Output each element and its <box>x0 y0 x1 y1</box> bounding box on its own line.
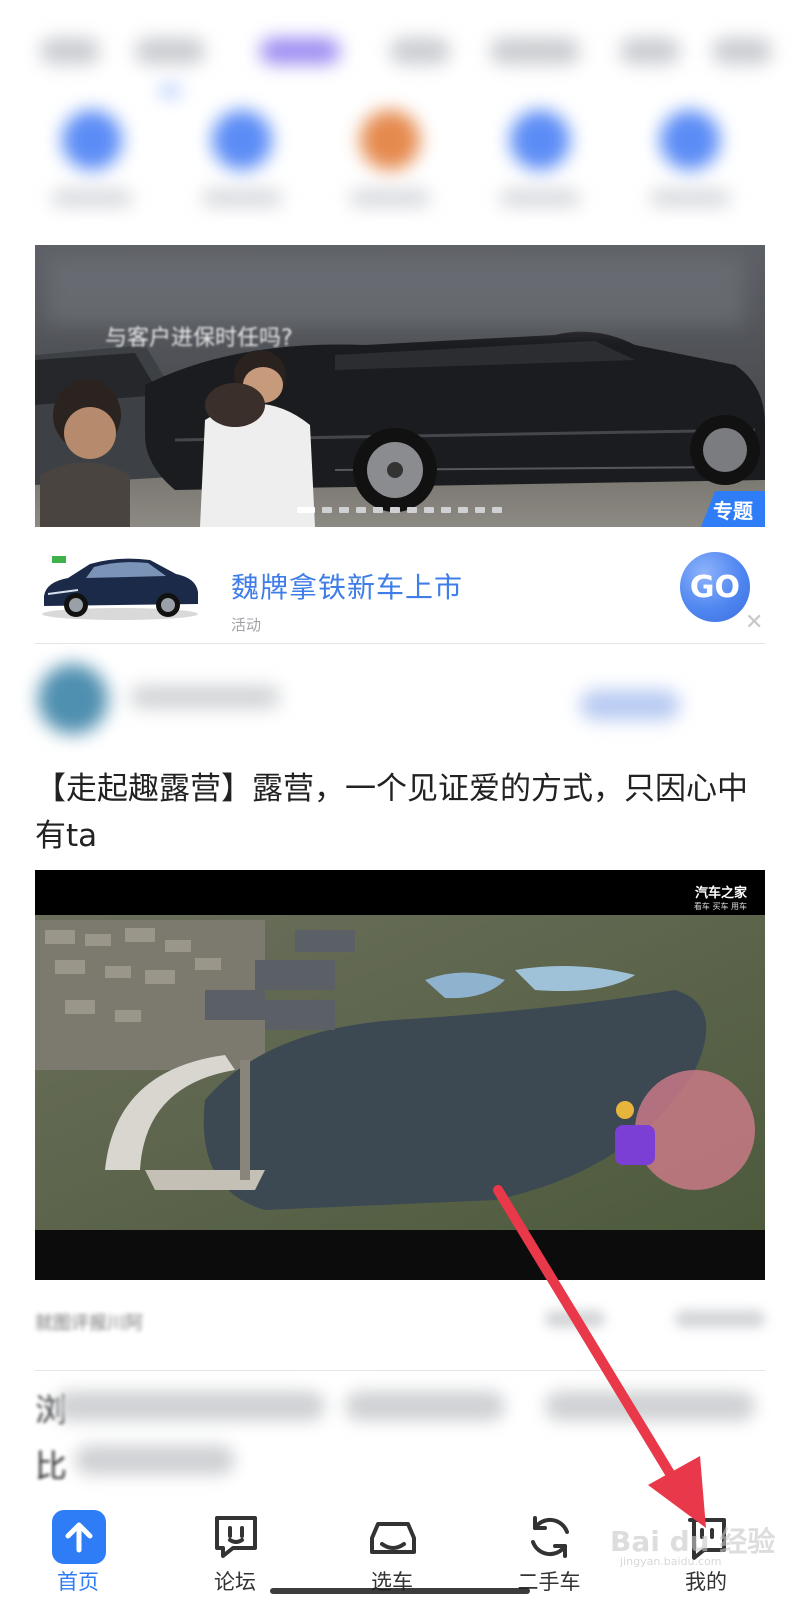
next-article[interactable]: 浏 比 <box>35 1385 765 1495</box>
avatar[interactable] <box>38 664 108 734</box>
carousel-dot-active[interactable] <box>297 507 315 513</box>
carousel-dot[interactable] <box>492 507 502 513</box>
carousel-dot[interactable] <box>390 507 400 513</box>
follow-button[interactable] <box>580 690 680 720</box>
aerial-video-frame <box>35 870 765 1280</box>
channel-tab[interactable] <box>135 38 205 64</box>
channel-tab[interactable] <box>390 38 450 64</box>
video-player[interactable]: 汽车之家 看车 买车 用车 <box>35 870 765 1280</box>
nav-label: 我的 <box>685 1570 727 1594</box>
channel-tab-active[interactable] <box>260 38 340 64</box>
carousel-dot[interactable] <box>339 507 349 513</box>
used-car-refresh-icon <box>531 1516 569 1558</box>
author-row[interactable] <box>0 648 799 738</box>
watermark-title: 汽车之家 <box>694 886 747 901</box>
quick-entry-icon[interactable] <box>212 110 272 170</box>
home-indicator[interactable] <box>270 1588 530 1594</box>
nav-car-select[interactable]: 选车 <box>342 1500 442 1600</box>
banner-title: 与客户进保时任吗? <box>105 326 293 351</box>
quick-entry-label <box>500 190 580 206</box>
promo-subtitle: 活动 <box>231 616 262 634</box>
carousel-dot[interactable] <box>356 507 366 513</box>
banner-carousel[interactable]: 与客户进保时任吗? 专题 <box>35 245 765 527</box>
watermark-sub: 看车 买车 用车 <box>693 902 747 911</box>
author-name[interactable] <box>130 686 280 708</box>
meta-source: 就图评报川阿 <box>35 1313 143 1334</box>
forum-chat-icon <box>215 1516 257 1558</box>
quick-entry-label <box>202 190 282 206</box>
meta-views <box>675 1311 765 1327</box>
quick-entry-label <box>350 190 430 206</box>
carousel-dot[interactable] <box>441 507 451 513</box>
quick-entry-icon[interactable] <box>510 110 570 170</box>
carousel-dot[interactable] <box>407 507 417 513</box>
suv-car-image <box>42 556 198 620</box>
nav-label: 首页 <box>57 1570 99 1594</box>
quick-entry-label <box>52 190 132 206</box>
carousel-dot[interactable] <box>322 507 332 513</box>
article-meta: 就图评报川阿 <box>35 1305 765 1335</box>
home-arrow-icon <box>52 1510 106 1564</box>
banner-title-blur <box>45 255 745 325</box>
quick-entry-row[interactable] <box>0 90 799 220</box>
next-article-line <box>55 1391 325 1421</box>
baidu-watermark: Bai du 经验 <box>610 1525 776 1558</box>
nav-home[interactable]: 首页 <box>28 1500 128 1600</box>
divider <box>35 643 765 644</box>
carousel-dot[interactable] <box>475 507 485 513</box>
next-article-line <box>545 1391 755 1421</box>
next-article-line <box>345 1391 505 1421</box>
channel-tab[interactable] <box>490 38 580 64</box>
meta-comments <box>545 1311 605 1327</box>
carousel-dot[interactable] <box>458 507 468 513</box>
next-article-line <box>75 1445 235 1475</box>
quick-entry-icon[interactable] <box>62 110 122 170</box>
go-button[interactable]: GO <box>680 552 750 622</box>
divider <box>35 1370 765 1371</box>
carousel-dot[interactable] <box>424 507 434 513</box>
video-watermark: 汽车之家 看车 买车 用车 <box>694 882 747 912</box>
car-select-icon <box>370 1522 416 1554</box>
nav-used-car[interactable]: 二手车 <box>499 1500 599 1600</box>
promo-title[interactable]: 魏牌拿铁新车上市 <box>231 566 463 606</box>
quick-entry-icon[interactable] <box>360 110 420 170</box>
carousel-dots[interactable] <box>297 507 502 513</box>
channel-tab[interactable] <box>620 38 680 64</box>
quick-entry-icon[interactable] <box>660 110 720 170</box>
channel-tab[interactable] <box>712 38 772 64</box>
channel-tabs[interactable] <box>0 20 799 94</box>
baidu-watermark-url: jingyan.baidu.com <box>620 1555 722 1568</box>
next-article-second-char: 比 <box>35 1447 68 1485</box>
nav-forum[interactable]: 论坛 <box>185 1500 285 1600</box>
promo-ad-row[interactable]: 魏牌拿铁新车上市 活动 GO ✕ <box>0 532 799 642</box>
close-icon[interactable]: ✕ <box>745 610 763 635</box>
channel-tab[interactable] <box>40 38 100 64</box>
carousel-dot[interactable] <box>373 507 383 513</box>
article-title[interactable]: 【走起趣露营】露营，一个见证爱的方式，只因心中有ta <box>35 766 765 860</box>
quick-entry-label <box>650 190 730 206</box>
